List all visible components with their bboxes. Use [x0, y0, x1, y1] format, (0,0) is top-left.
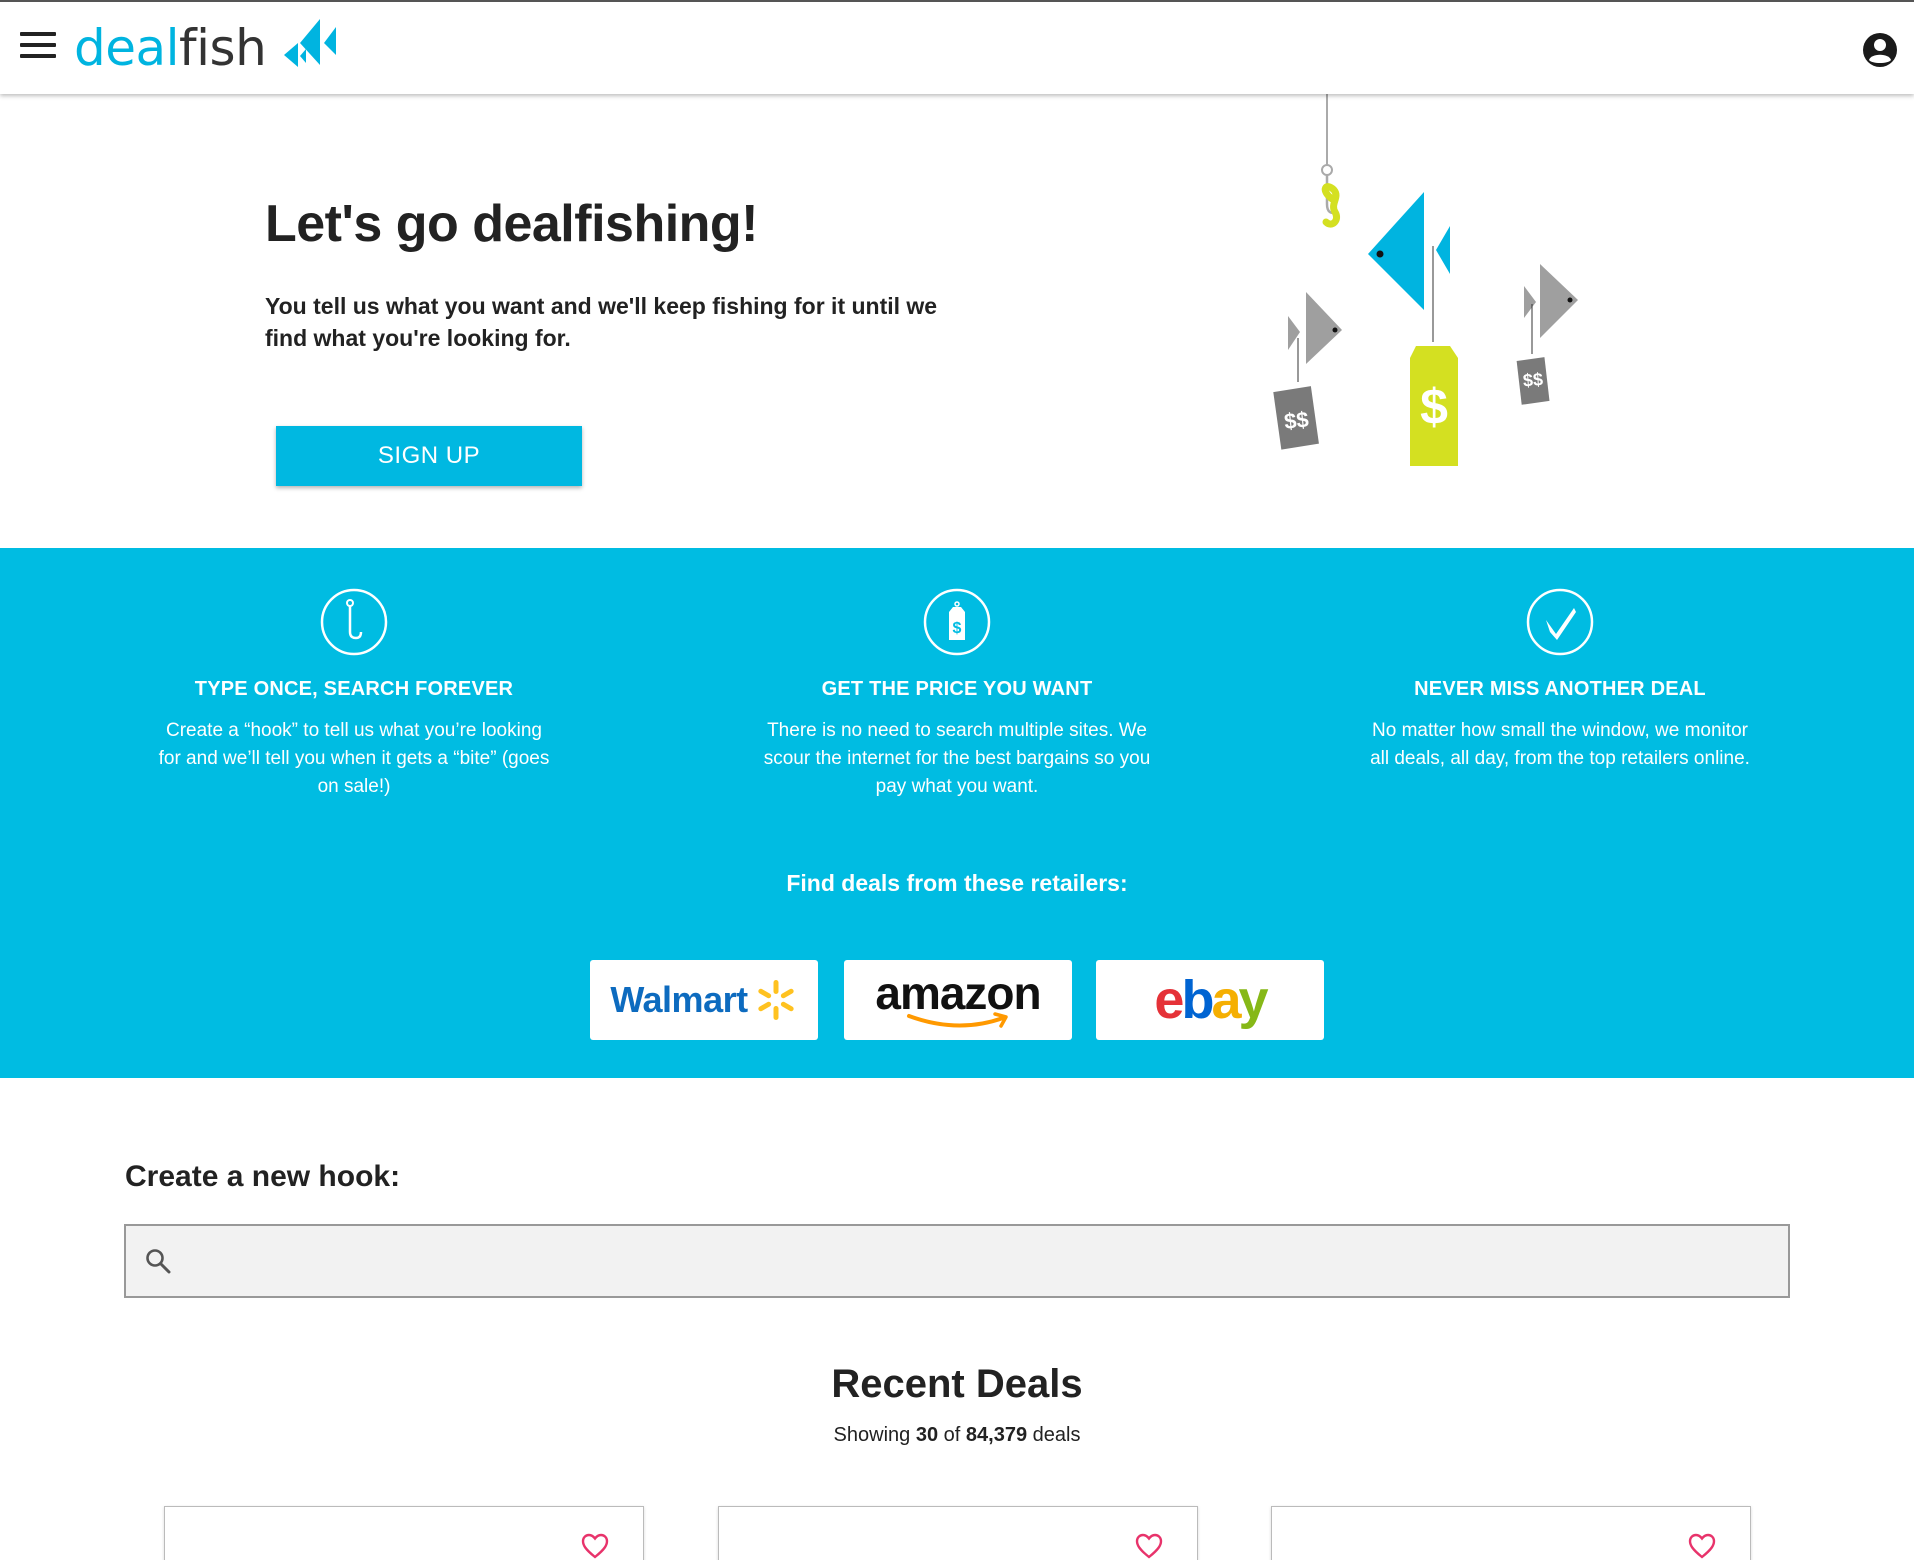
ebay-letter-e: e	[1154, 970, 1184, 1030]
checkmark-icon	[1526, 588, 1594, 656]
feature-title: TYPE ONCE, SEARCH FOREVER	[194, 678, 514, 700]
hero-tag-center: $	[1420, 379, 1448, 435]
search-icon	[146, 1249, 171, 1274]
ebay-letter-y: y	[1238, 970, 1269, 1030]
feature-text: Create a “hook” to tell us what you’re l…	[158, 720, 550, 797]
count-of: of	[943, 1424, 961, 1446]
walmart-wordmark: Walmart	[610, 979, 748, 1020]
deal-card[interactable]	[164, 1506, 644, 1560]
logo-wordmark: dealfish	[74, 23, 267, 73]
feature-text: No matter how small the window, we monit…	[1370, 720, 1750, 769]
feature-get-price: $ GET THE PRICE YOU WANT There is no nee…	[737, 588, 1177, 801]
features-band: TYPE ONCE, SEARCH FOREVER Create a “hook…	[0, 548, 1914, 1078]
count-shown: 30	[915, 1424, 939, 1446]
hook-search-input[interactable]	[172, 1226, 1788, 1296]
amazon-smile-icon	[907, 1012, 1008, 1028]
logo-part-deal: deal	[74, 19, 180, 77]
count-total: 84,379	[965, 1424, 1028, 1446]
hero-subtitle: You tell us what you want and we'll keep…	[265, 293, 938, 351]
dealfish-logo[interactable]: dealfish	[74, 18, 342, 78]
hero-title: Let's go dealfishing!	[265, 195, 759, 253]
hamburger-menu-icon[interactable]	[20, 32, 56, 62]
amazon-wordmark: amazon	[875, 967, 1041, 1019]
ebay-letter-b: b	[1181, 970, 1214, 1030]
ebay-wordmark: ebay	[1154, 970, 1269, 1030]
favorite-heart-icon[interactable]	[581, 1533, 609, 1559]
deal-card[interactable]	[1271, 1506, 1751, 1560]
feature-text: There is no need to search multiple site…	[763, 720, 1151, 797]
hero-tag-right: $$	[1522, 369, 1543, 390]
feature-type-once: TYPE ONCE, SEARCH FOREVER Create a “hook…	[134, 588, 574, 801]
hero-section: Let's go dealfishing! You tell us what y…	[0, 94, 1914, 548]
feature-title: GET THE PRICE YOU WANT	[821, 678, 1093, 700]
ebay-letter-a: a	[1211, 970, 1241, 1030]
ebay-logo[interactable]: ebay	[1096, 960, 1324, 1040]
sign-up-button[interactable]: SIGN UP	[276, 426, 582, 486]
retailers-title: Find deals from these retailers:	[786, 870, 1128, 896]
svg-text:$: $	[953, 620, 962, 637]
feature-title: NEVER MISS ANOTHER DEAL	[1414, 678, 1706, 700]
deal-card[interactable]	[718, 1506, 1198, 1560]
hook-search-box[interactable]	[124, 1224, 1790, 1298]
account-circle-icon[interactable]	[1862, 32, 1898, 68]
walmart-spark-icon	[757, 980, 794, 1020]
price-tag-icon: $	[923, 588, 991, 656]
retailer-logos: Walmart amazon ebay	[590, 960, 1324, 1040]
recent-deals-title: Recent Deals	[831, 1362, 1083, 1406]
count-suffix: deals	[1032, 1424, 1081, 1446]
logo-fish-icon	[284, 19, 337, 67]
create-hook-title: Create a new hook:	[125, 1160, 401, 1193]
hero-tag-left: $$	[1283, 407, 1310, 434]
recent-deals-count: Showing 30 of 84,379 deals	[0, 1424, 1914, 1447]
count-prefix: Showing	[833, 1424, 911, 1446]
logo-part-fish: fish	[179, 19, 267, 77]
favorite-heart-icon[interactable]	[1688, 1533, 1716, 1559]
feature-never-miss: NEVER MISS ANOTHER DEAL No matter how sm…	[1340, 588, 1780, 773]
hook-icon	[320, 588, 388, 656]
favorite-heart-icon[interactable]	[1135, 1533, 1163, 1559]
top-app-bar: dealfish	[0, 0, 1914, 94]
amazon-logo[interactable]: amazon	[844, 960, 1072, 1040]
fishing-illustration: $ $$ $$	[1273, 94, 1578, 466]
walmart-logo[interactable]: Walmart	[590, 960, 818, 1040]
